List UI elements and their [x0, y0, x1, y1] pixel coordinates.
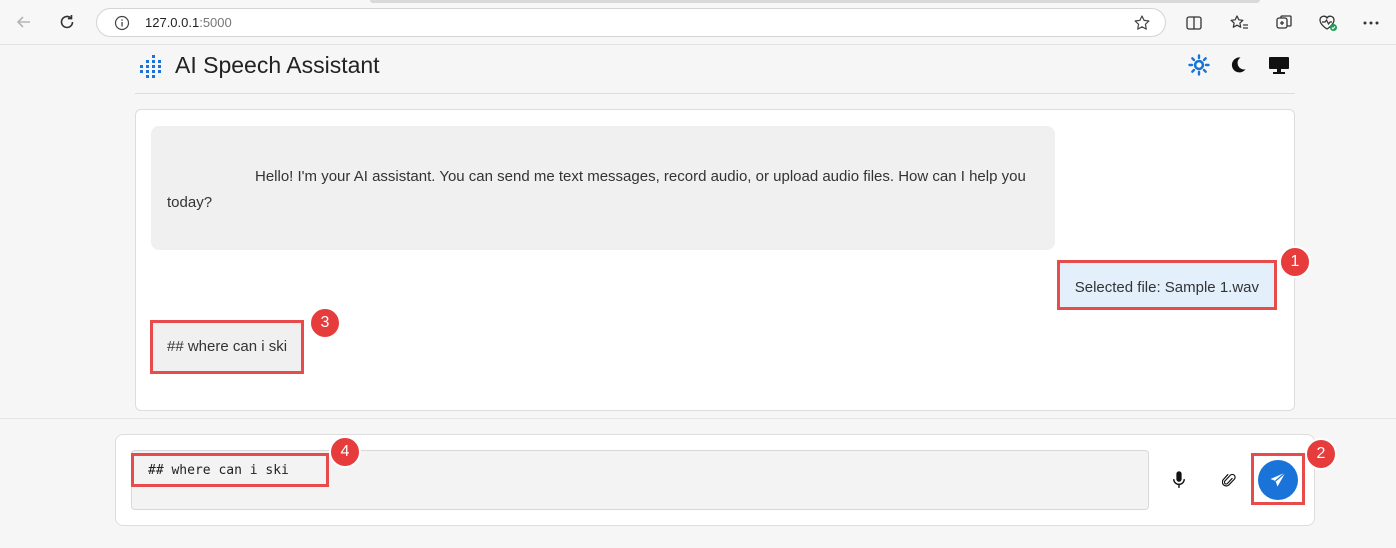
annotation-badge: 2 [1305, 438, 1337, 470]
light-theme-sun-icon[interactable] [1187, 53, 1211, 77]
chat-panel: Hello! I'm your AI assistant. You can se… [135, 109, 1295, 411]
microphone-icon [1173, 471, 1185, 488]
url-host: 127.0.0.1 [145, 15, 200, 30]
more-options-icon[interactable] [1360, 12, 1382, 34]
assistant-message: ## where can i ski [150, 320, 305, 374]
annotation-badge: 4 [329, 436, 361, 468]
audio-waveform-logo-icon [138, 54, 162, 85]
assistant-message-text: ## where can i ski [167, 338, 288, 355]
address-bar[interactable]: 127.0.0.1:5000 [96, 8, 1166, 37]
dark-theme-moon-icon[interactable] [1226, 53, 1250, 77]
favorites-icon[interactable] [1228, 12, 1250, 34]
paper-plane-icon [1270, 472, 1286, 487]
split-screen-icon[interactable] [1183, 12, 1205, 34]
site-info-icon[interactable] [114, 15, 130, 36]
annotation-badge: 1 [1279, 246, 1311, 278]
assistant-message: Hello! I'm your AI assistant. You can se… [151, 126, 1055, 250]
assistant-message-text: Hello! I'm your AI assistant. You can se… [167, 168, 1026, 211]
system-theme-monitor-icon[interactable] [1267, 53, 1291, 77]
record-audio-button[interactable] [1166, 465, 1192, 495]
browser-essentials-icon[interactable] [1317, 12, 1339, 34]
annotation-badge: 3 [309, 307, 341, 339]
message-input[interactable]: ## where can i ski [131, 450, 1149, 510]
paperclip-icon [1222, 473, 1236, 487]
send-button[interactable] [1258, 460, 1298, 500]
tab-strip-edge [370, 0, 1260, 3]
reload-button[interactable] [55, 10, 79, 34]
favorite-star-icon[interactable] [1133, 14, 1151, 37]
attach-file-button[interactable] [1216, 465, 1242, 495]
user-message-text: Selected file: Sample 1.wav [1074, 279, 1259, 296]
arrow-left-icon [16, 16, 30, 28]
url-text: 127.0.0.1:5000 [145, 15, 232, 30]
browser-toolbar: 127.0.0.1:5000 [0, 0, 1396, 45]
reload-icon [60, 15, 74, 29]
user-message: Selected file: Sample 1.wav [1056, 260, 1277, 310]
back-button[interactable] [12, 10, 36, 34]
app-title: AI Speech Assistant [175, 52, 380, 78]
collections-icon[interactable] [1273, 12, 1295, 34]
url-port: :5000 [199, 15, 232, 30]
app-header: AI Speech Assistant [135, 45, 1295, 94]
